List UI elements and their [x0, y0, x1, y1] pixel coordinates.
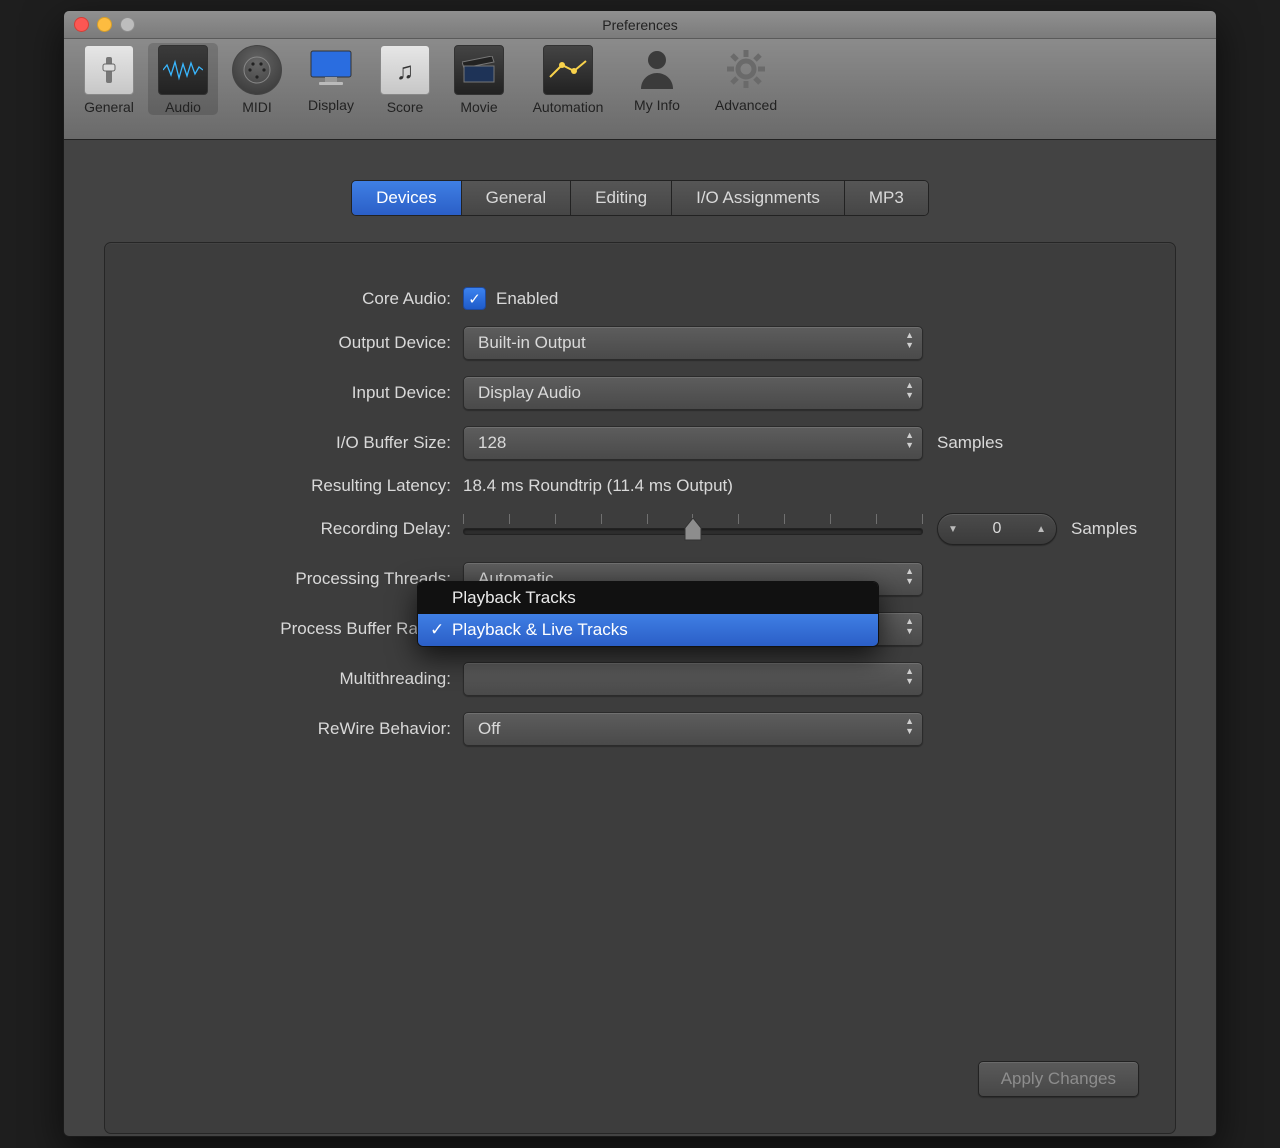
close-icon[interactable] — [74, 17, 89, 32]
tabs: Devices General Editing I/O Assignments … — [104, 180, 1176, 216]
processing-threads-label: Processing Threads: — [141, 569, 463, 589]
gear-icon — [722, 45, 770, 93]
minimize-icon[interactable] — [97, 17, 112, 32]
recording-delay-suffix: Samples — [1071, 519, 1137, 539]
toolbar-item-midi[interactable]: MIDI — [222, 45, 292, 115]
multithreading-option-playback[interactable]: Playback Tracks — [418, 582, 878, 614]
devices-panel: Core Audio: ✓ Enabled Output Device: Bui… — [104, 242, 1176, 1134]
toolbar-item-score[interactable]: ♫ Score — [370, 45, 440, 115]
tab-io-assignments[interactable]: I/O Assignments — [672, 181, 845, 215]
updown-icon: ▲▼ — [905, 716, 914, 736]
multithreading-label: Multithreading: — [141, 669, 463, 689]
toolbar-item-advanced[interactable]: Advanced — [696, 45, 796, 113]
toolbar: General Audio MIDI Display ♫ Score — [64, 39, 1216, 140]
io-buffer-suffix: Samples — [937, 433, 1003, 453]
toolbar-label: General — [84, 99, 134, 115]
waveform-icon — [158, 45, 208, 95]
multithreading-option-playback-live[interactable]: Playback & Live Tracks — [418, 614, 878, 646]
multithreading-popup[interactable]: Playback Tracks Playback & Live Tracks — [417, 581, 879, 647]
check-icon: ✓ — [463, 287, 486, 310]
preferences-window: Preferences General Audio MIDI Display — [63, 10, 1217, 1137]
tab-general[interactable]: General — [462, 181, 571, 215]
updown-icon: ▲▼ — [905, 330, 914, 350]
updown-icon: ▲▼ — [905, 380, 914, 400]
slider-icon — [84, 45, 134, 95]
core-audio-value: Enabled — [496, 289, 558, 309]
automation-icon — [543, 45, 593, 95]
toolbar-item-audio[interactable]: Audio — [148, 43, 218, 115]
multithreading-select[interactable]: ▲▼ — [463, 662, 923, 696]
traffic-lights — [74, 17, 135, 32]
person-icon — [633, 45, 681, 93]
updown-icon: ▲▼ — [905, 666, 914, 686]
decrease-icon[interactable]: ▼ — [948, 524, 958, 535]
toolbar-label: Audio — [165, 99, 201, 115]
toolbar-item-movie[interactable]: Movie — [444, 45, 514, 115]
window-title: Preferences — [602, 17, 677, 33]
rewire-select[interactable]: Off ▲▼ — [463, 712, 923, 746]
titlebar: Preferences — [64, 11, 1216, 39]
clapper-icon — [454, 45, 504, 95]
updown-icon: ▲▼ — [905, 616, 914, 636]
toolbar-label: Display — [308, 97, 354, 113]
output-device-select[interactable]: Built-in Output ▲▼ — [463, 326, 923, 360]
recording-delay-stepper[interactable]: ▼ 0 ▲ — [937, 513, 1057, 545]
toolbar-label: Advanced — [715, 97, 777, 113]
updown-icon: ▲▼ — [905, 566, 914, 586]
recording-delay-value: 0 — [993, 520, 1002, 538]
tab-editing[interactable]: Editing — [571, 181, 672, 215]
increase-icon[interactable]: ▲ — [1036, 524, 1046, 535]
toolbar-item-display[interactable]: Display — [296, 45, 366, 113]
io-buffer-label: I/O Buffer Size: — [141, 433, 463, 453]
toolbar-label: MIDI — [242, 99, 272, 115]
recording-delay-label: Recording Delay: — [141, 519, 463, 539]
output-device-value: Built-in Output — [478, 333, 586, 353]
midi-icon — [232, 45, 282, 95]
updown-icon: ▲▼ — [905, 430, 914, 450]
rewire-label: ReWire Behavior: — [141, 719, 463, 739]
toolbar-item-automation[interactable]: Automation — [518, 45, 618, 115]
output-device-label: Output Device: — [141, 333, 463, 353]
input-device-value: Display Audio — [478, 383, 581, 403]
toolbar-label: Score — [387, 99, 424, 115]
io-buffer-select[interactable]: 128 ▲▼ — [463, 426, 923, 460]
toolbar-item-myinfo[interactable]: My Info — [622, 45, 692, 113]
zoom-icon[interactable] — [120, 17, 135, 32]
tab-devices[interactable]: Devices — [352, 181, 461, 215]
core-audio-checkbox[interactable]: ✓ Enabled — [463, 287, 923, 310]
process-buffer-label: Process Buffer Range: — [141, 619, 463, 639]
input-device-label: Input Device: — [141, 383, 463, 403]
body: Devices General Editing I/O Assignments … — [64, 140, 1216, 1134]
toolbar-label: My Info — [634, 97, 680, 113]
input-device-select[interactable]: Display Audio ▲▼ — [463, 376, 923, 410]
core-audio-label: Core Audio: — [141, 289, 463, 309]
toolbar-label: Movie — [460, 99, 497, 115]
apply-changes-button[interactable]: Apply Changes — [978, 1061, 1139, 1097]
score-icon: ♫ — [380, 45, 430, 95]
toolbar-label: Automation — [533, 99, 604, 115]
tab-mp3[interactable]: MP3 — [845, 181, 928, 215]
latency-label: Resulting Latency: — [141, 476, 463, 496]
display-icon — [307, 45, 355, 93]
recording-delay-slider[interactable] — [463, 512, 923, 546]
svg-text:♫: ♫ — [396, 58, 414, 85]
slider-thumb-icon[interactable] — [683, 518, 703, 542]
rewire-value: Off — [478, 719, 500, 739]
toolbar-item-general[interactable]: General — [74, 45, 144, 115]
latency-value: 18.4 ms Roundtrip (11.4 ms Output) — [463, 476, 923, 496]
io-buffer-value: 128 — [478, 433, 506, 453]
